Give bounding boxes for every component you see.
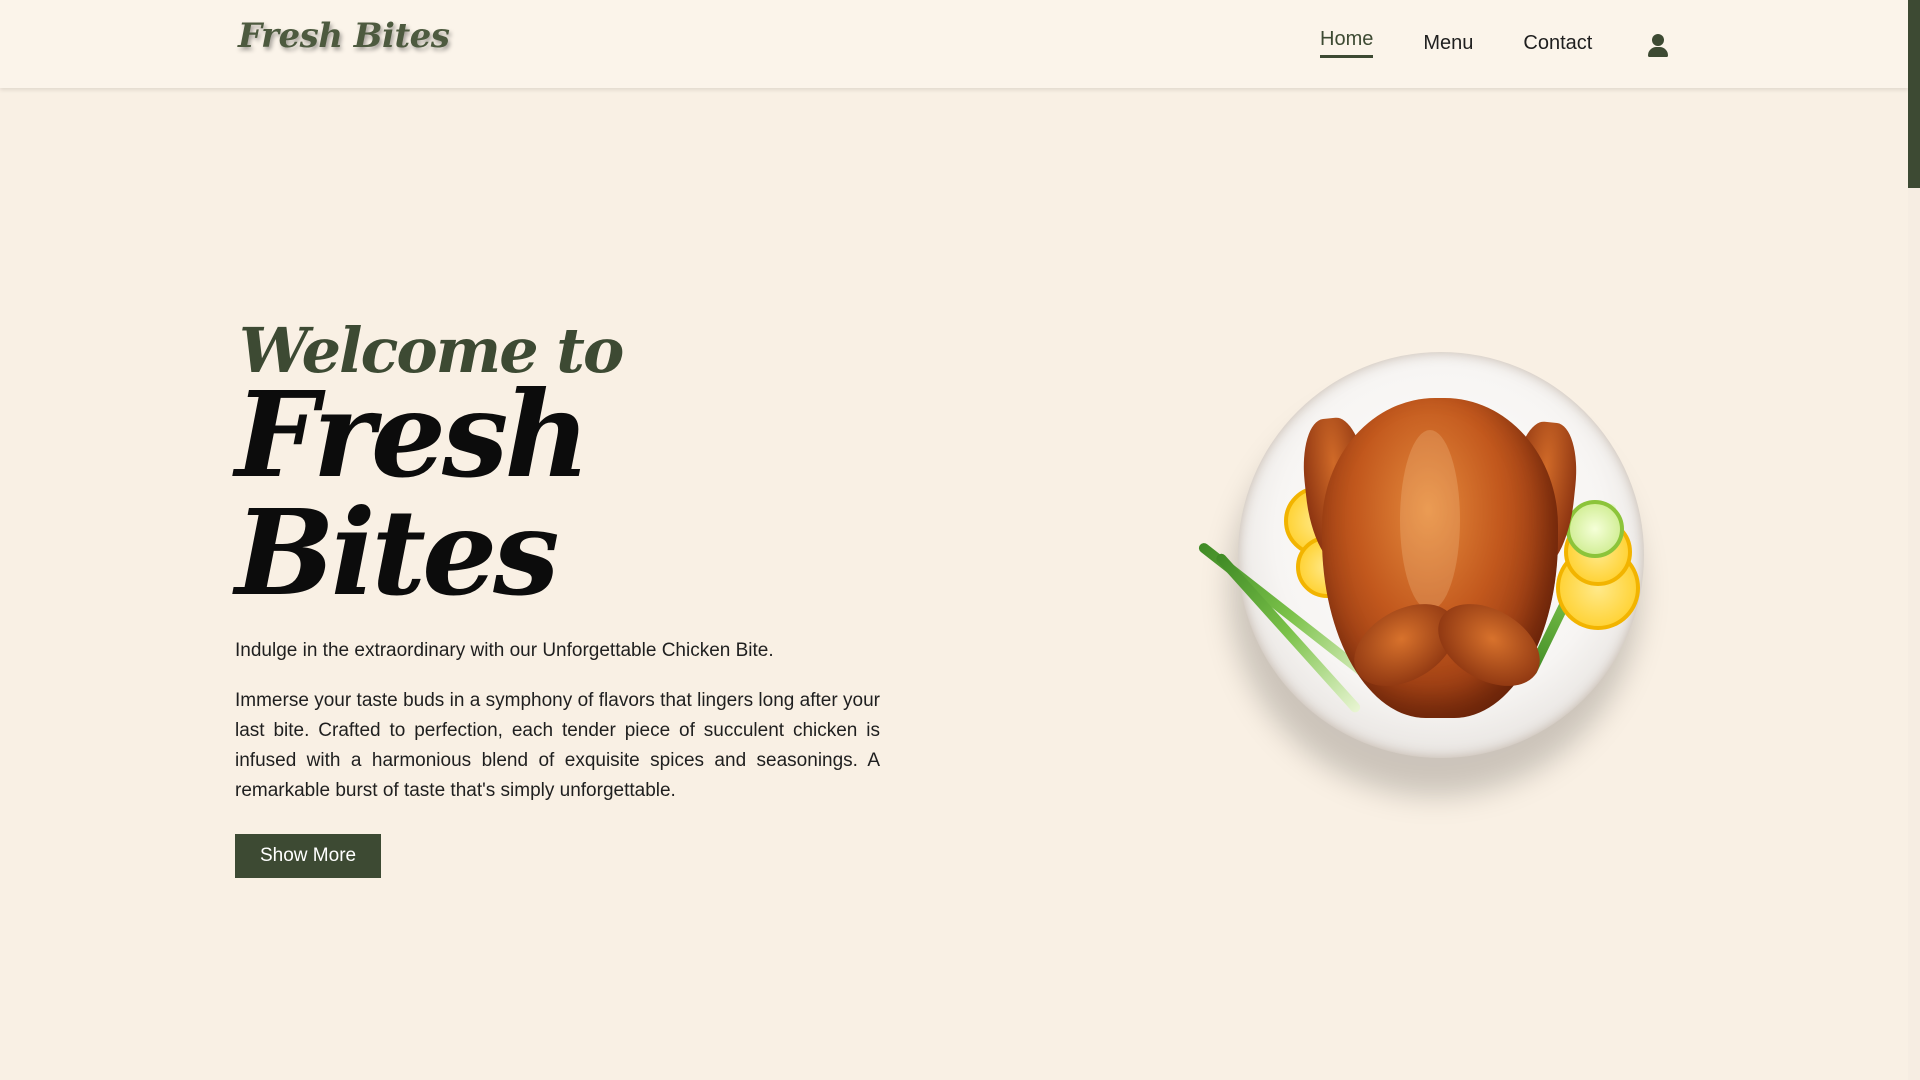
main-nav: Home Menu Contact — [1320, 28, 1670, 60]
roast-chicken-image — [1196, 340, 1660, 800]
user-icon[interactable] — [1646, 33, 1670, 57]
scrollbar-thumb[interactable] — [1908, 0, 1920, 188]
chicken-shine — [1400, 430, 1460, 610]
nav-contact[interactable]: Contact — [1523, 32, 1592, 59]
user-icon-head — [1652, 34, 1665, 46]
show-more-button[interactable]: Show More — [235, 834, 382, 878]
hero-brand-title: Fresh Bites — [235, 365, 590, 622]
logo[interactable]: Fresh Bites — [238, 16, 450, 56]
user-icon-body — [1648, 47, 1669, 57]
nav-menu[interactable]: Menu — [1423, 32, 1473, 59]
nav-home[interactable]: Home — [1320, 28, 1374, 58]
hero-tagline: Indulge in the extraordinary with our Un… — [235, 640, 774, 661]
lime-slice — [1566, 500, 1624, 558]
site-header: Fresh Bites Home Menu Contact — [0, 0, 1908, 88]
hero-description: Immerse your taste buds in a symphony of… — [235, 690, 880, 801]
hero-section: Welcome to Fresh Bites Indulge in the ex… — [235, 320, 880, 878]
scrollbar[interactable] — [1908, 0, 1920, 1080]
